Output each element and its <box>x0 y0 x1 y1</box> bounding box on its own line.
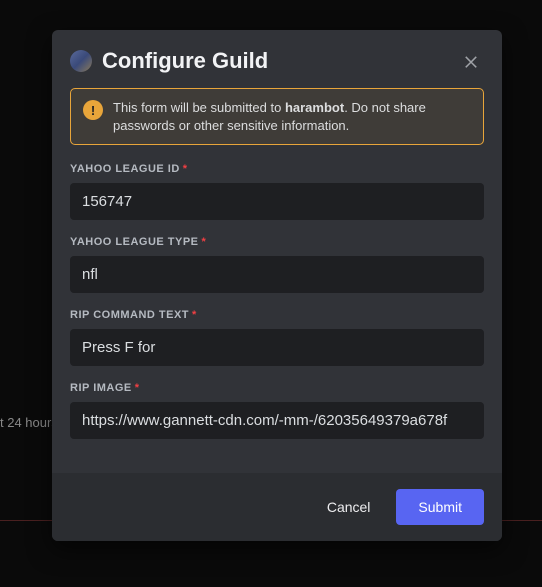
required-mark: * <box>183 163 188 175</box>
label-rip-text: RIP COMMAND TEXT* <box>70 309 484 321</box>
configure-guild-modal: Configure Guild ! This form will be subm… <box>52 30 502 541</box>
close-icon <box>462 52 480 70</box>
warning-icon: ! <box>83 100 103 120</box>
warning-prefix: This form will be submitted to <box>113 100 285 115</box>
label-text: RIP COMMAND TEXT <box>70 309 189 321</box>
label-text: RIP IMAGE <box>70 382 132 394</box>
bot-avatar-icon <box>70 50 92 72</box>
field-rip-image: RIP IMAGE* <box>70 382 484 439</box>
background-text: t 24 hours <box>0 415 58 430</box>
label-league-type: YAHOO LEAGUE TYPE* <box>70 236 484 248</box>
label-text: YAHOO LEAGUE TYPE <box>70 236 199 248</box>
input-rip-text[interactable] <box>70 329 484 366</box>
modal-footer: Cancel Submit <box>52 473 502 541</box>
required-mark: * <box>135 382 140 394</box>
input-league-type[interactable] <box>70 256 484 293</box>
close-button[interactable] <box>458 48 484 74</box>
warning-text: This form will be submitted to harambot.… <box>113 99 471 134</box>
input-rip-image[interactable] <box>70 402 484 439</box>
input-league-id[interactable] <box>70 183 484 220</box>
submit-button[interactable]: Submit <box>396 489 484 525</box>
required-mark: * <box>202 236 207 248</box>
warning-bot-name: harambot <box>285 100 344 115</box>
modal-title: Configure Guild <box>102 48 458 74</box>
label-rip-image: RIP IMAGE* <box>70 382 484 394</box>
modal-body: ! This form will be submitted to harambo… <box>52 88 502 473</box>
required-mark: * <box>192 309 197 321</box>
warning-banner: ! This form will be submitted to harambo… <box>70 88 484 145</box>
field-league-id: YAHOO LEAGUE ID* <box>70 163 484 220</box>
field-league-type: YAHOO LEAGUE TYPE* <box>70 236 484 293</box>
field-rip-text: RIP COMMAND TEXT* <box>70 309 484 366</box>
cancel-button[interactable]: Cancel <box>309 489 389 525</box>
modal-header: Configure Guild <box>52 30 502 88</box>
label-league-id: YAHOO LEAGUE ID* <box>70 163 484 175</box>
label-text: YAHOO LEAGUE ID <box>70 163 180 175</box>
